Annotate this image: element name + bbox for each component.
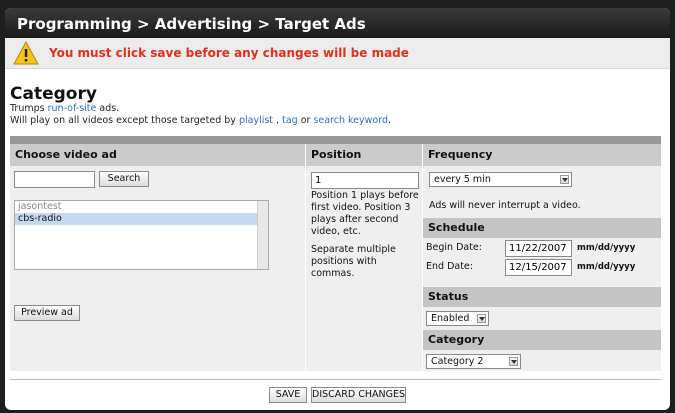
chevron-down-icon xyxy=(477,314,486,323)
video-ad-search-input[interactable] xyxy=(14,171,95,188)
position-input[interactable] xyxy=(311,172,419,189)
category-header: Category xyxy=(423,330,661,350)
desc-text: . xyxy=(388,115,392,126)
discard-changes-button[interactable]: DISCARD CHANGES xyxy=(311,387,406,403)
list-item-selected[interactable]: cbs-radio xyxy=(15,213,268,225)
position-column: Position Position 1 plays before first v… xyxy=(306,144,423,371)
tag-link[interactable]: tag xyxy=(282,115,298,126)
end-date-label: End Date: xyxy=(426,261,473,272)
begin-date-label: Begin Date: xyxy=(426,242,482,253)
end-date-input[interactable] xyxy=(505,259,572,276)
status-value: Enabled xyxy=(431,313,470,324)
preview-ad-button[interactable]: Preview ad xyxy=(14,305,80,321)
end-date-format: mm/dd/yyyy xyxy=(577,262,636,272)
footer-divider xyxy=(10,379,661,380)
video-ad-list[interactable]: jasontest cbs-radio xyxy=(14,200,269,270)
category-value: Category 2 xyxy=(431,356,484,367)
position-help-commas: Separate multiple positions with commas. xyxy=(311,244,396,279)
frequency-header: Frequency xyxy=(423,144,661,166)
page-title: Category xyxy=(10,84,97,104)
status-header: Status xyxy=(423,287,661,307)
targeting-panel: Choose video ad Search jasontest cbs-rad… xyxy=(10,144,661,371)
list-item[interactable]: jasontest xyxy=(15,201,268,213)
warning-banner: You must click save before any changes w… xyxy=(5,38,670,69)
target-ads-window: Programming > Advertising > Target Ads Y… xyxy=(5,8,670,410)
warning-icon xyxy=(13,41,39,65)
schedule-header: Schedule xyxy=(423,218,661,238)
playlist-link[interactable]: playlist xyxy=(239,115,273,126)
frequency-select[interactable]: every 5 min xyxy=(429,172,572,187)
desc-text: Will play on all videos except those tar… xyxy=(10,115,239,126)
desc-text: Trumps xyxy=(10,103,48,114)
status-select[interactable]: Enabled xyxy=(426,311,489,326)
begin-date-format: mm/dd/yyyy xyxy=(577,243,636,253)
chevron-down-icon xyxy=(560,175,569,184)
breadcrumb: Programming > Advertising > Target Ads xyxy=(5,8,670,38)
begin-date-input[interactable] xyxy=(505,240,572,257)
position-help: Position 1 plays before first video. Pos… xyxy=(311,190,419,237)
video-ad-header: Choose video ad xyxy=(10,144,305,166)
position-header: Position xyxy=(306,144,422,166)
video-ad-column: Choose video ad Search jasontest cbs-rad… xyxy=(10,144,306,371)
desc-text: or xyxy=(297,115,314,126)
desc-text: , xyxy=(273,115,283,126)
search-button[interactable]: Search xyxy=(99,171,149,187)
search-keyword-link[interactable]: search keyword xyxy=(313,115,388,126)
category-select[interactable]: Category 2 xyxy=(426,354,521,369)
run-of-site-link[interactable]: run-of-site xyxy=(48,103,97,114)
warning-message: You must click save before any changes w… xyxy=(49,46,409,60)
desc-text: ads. xyxy=(96,103,120,114)
frequency-note: Ads will never interrupt a video. xyxy=(429,200,581,211)
options-column: Frequency every 5 min Ads will never int… xyxy=(423,144,661,371)
frequency-value: every 5 min xyxy=(434,174,491,185)
save-button[interactable]: SAVE xyxy=(269,387,307,403)
list-scrollbar[interactable] xyxy=(257,201,268,269)
chevron-down-icon xyxy=(509,357,518,366)
page-description: Trumps run-of-site ads. Will play on all… xyxy=(10,103,391,127)
section-divider xyxy=(10,136,661,144)
